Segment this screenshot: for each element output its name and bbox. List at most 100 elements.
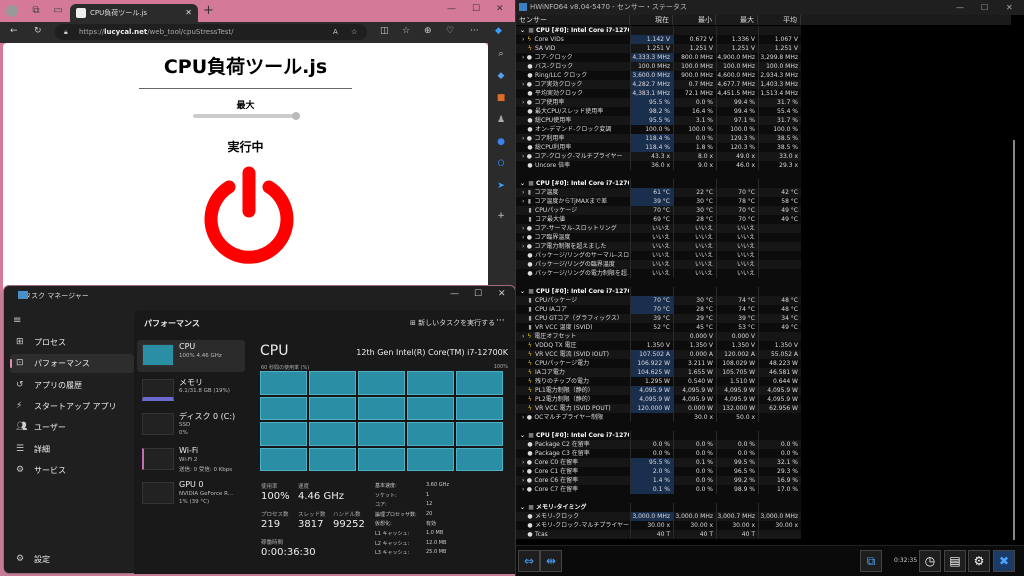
shopping-tag-icon[interactable]: ◆ <box>495 71 507 83</box>
chevron-right-icon[interactable]: › <box>522 36 524 43</box>
sensor-group-header[interactable]: ⌄■CPU [#0]: Intel Core i7-12700K <box>516 26 801 35</box>
close-icon[interactable]: ✖ <box>993 550 1015 572</box>
sensor-row[interactable]: ▮ CPUパッケージ 70 °C 30 °C 74 °C 48 °C <box>516 296 801 305</box>
close-tab-icon[interactable]: ✕ <box>185 4 192 22</box>
nav-settings[interactable]: ⚙ 設定 <box>10 550 134 569</box>
m365-icon[interactable]: ● <box>495 137 507 149</box>
maximize-button[interactable]: ☐ <box>472 4 480 14</box>
chevron-right-icon[interactable]: › <box>522 225 524 232</box>
sensor-row[interactable]: › ϟ 電圧オフセット 0.000 V 0.000 V <box>516 332 801 341</box>
sensor-row[interactable]: ϟ PL1電力制限（静的） 4,095.9 W 4,095.9 W 4,095.9 W4… <box>516 386 801 395</box>
expand-icon[interactable]: ⇔ <box>518 550 540 572</box>
col-max[interactable]: 最大 <box>716 15 758 25</box>
sensor-row[interactable]: › ● コア臨界温度 いいえ いいえ いいえ <box>516 233 801 242</box>
nav-item-6[interactable]: ⚙ サービス <box>10 461 134 480</box>
col-min[interactable]: 最小 <box>673 15 716 25</box>
chevron-right-icon[interactable]: › <box>522 243 524 250</box>
clock-reset-icon[interactable]: ◷ <box>919 550 941 572</box>
sensor-row[interactable]: › ● コア利用率 118.4 % 0.0 % 129.3 % 38.5 % <box>516 134 801 143</box>
sensor-row[interactable]: › ● コア-サーマル-スロットリング いいえ いいえ いいえ <box>516 224 801 233</box>
chevron-right-icon[interactable]: › <box>522 234 524 241</box>
chevron-down-icon[interactable]: ⌄ <box>520 432 525 439</box>
sensor-row[interactable]: › ϟ Core VIDs 1.142 V 0.672 V 1.336 V 1.067 V <box>516 35 801 44</box>
maximize-button[interactable]: ☐ <box>981 0 988 15</box>
device-1[interactable]: メモリ 6.1/31.8 GB (19%) <box>137 375 245 407</box>
sensor-row[interactable]: ▮ CPU IAコア 70 °C 28 °C 74 °C 48 °C <box>516 305 801 314</box>
copilot-icon[interactable]: ◆ <box>495 26 502 36</box>
more-icon[interactable]: ··· <box>470 26 479 36</box>
split-screen-icon[interactable]: ◫ <box>380 26 389 36</box>
refresh-icon[interactable]: ↻ <box>34 26 42 36</box>
sensor-row[interactable]: › ● コア電力制限を超えました いいえ いいえ いいえ <box>516 242 801 251</box>
add-icon[interactable]: + <box>495 211 507 223</box>
device-4[interactable]: GPU 0 NVIDIA GeForce R... 1% (39 °C) <box>137 478 245 510</box>
sensor-group-header[interactable]: ⌄■CPU [#0]: Intel Core i7-12700K: DTS <box>516 179 801 188</box>
power-button-icon[interactable] <box>199 165 299 265</box>
sensor-row[interactable]: ϟ VDDQ TX 電圧 1.350 V 1.350 V 1.350 V 1.350 V <box>516 341 801 350</box>
sensor-row[interactable]: ● バス-クロック 100.0 MHz 100.0 MHz 100.0 MHz 100.0… <box>516 62 801 71</box>
sensor-row[interactable]: ▮ CPUパッケージ 70 °C 30 °C 70 °C 49 °C <box>516 206 801 215</box>
sensor-row[interactable]: › ● Core C0 在留率 95.5 % 0.1 % 99.5 % 32.1 % <box>516 458 801 467</box>
sensor-row[interactable]: › ▮ コア温度 61 °C 22 °C 70 °C 42 °C <box>516 188 801 197</box>
collapse-icon[interactable]: ⇹ <box>540 550 562 572</box>
sensor-group-header[interactable]: ⌄ ■ メモリ-タイミング <box>516 503 801 512</box>
nav-item-0[interactable]: ⊞ プロセス <box>10 333 134 352</box>
close-button[interactable]: ✕ <box>498 289 506 299</box>
minimize-button[interactable]: — <box>450 289 459 299</box>
games-icon[interactable]: ♟ <box>495 115 507 127</box>
address-bar[interactable]: 🔒︎ https://lucycal.net/web_tool/cpuStres… <box>55 24 367 40</box>
sensor-row[interactable]: ▮ VR VCC 温度 (SVID) 52 °C 45 °C 53 °C 49 °C <box>516 323 801 332</box>
sensor-row[interactable]: › ● Core C1 在留率 2.0 % 0.0 % 96.5 % 29.3 % <box>516 467 801 476</box>
sensor-row[interactable]: › ● コア使用率 95.5 % 0.0 % 99.4 % 31.7 % <box>516 98 801 107</box>
col-current[interactable]: 現在 <box>630 15 673 25</box>
chevron-down-icon[interactable]: ⌄ <box>520 180 525 187</box>
close-button[interactable]: ✕ <box>496 4 504 14</box>
sensor-row[interactable]: ● Tcas 40 T 40 T 40 T <box>516 530 801 539</box>
chevron-right-icon[interactable]: › <box>522 486 524 493</box>
chevron-right-icon[interactable]: › <box>522 135 524 142</box>
sensor-row[interactable]: ▮ コア最大値 69 °C 28 °C 70 °C 49 °C <box>516 215 801 224</box>
device-3[interactable]: Wi-Fi Wi-Fi 2 送信: 0 受信: 0 Kbps <box>137 444 245 476</box>
chevron-right-icon[interactable]: › <box>522 99 524 106</box>
sensor-row[interactable]: › ● OCマルチプライヤー制限 30.0 x 50.0 x <box>516 413 801 422</box>
sensor-row[interactable]: ϟ SA VID 1.251 V 1.251 V 1.251 V 1.251 V <box>516 44 801 53</box>
sensor-row[interactable]: ● 総CPU利用率 118.4 % 1.8 % 120.3 % 38.5 % <box>516 143 801 152</box>
sensor-row[interactable]: › ● Core C6 在留率 1.4 % 0.0 % 99.2 % 16.9 % <box>516 476 801 485</box>
hamburger-menu-icon[interactable]: ≡ <box>13 315 21 326</box>
sensor-group-header[interactable]: ⌄■CPU [#0]: Intel Core i7-12700K: C-Stat… <box>516 431 801 440</box>
sensor-row[interactable]: › ● Core C7 在留率 0.1 % 0.0 % 98.9 % 17.0 % <box>516 485 801 494</box>
sensor-row[interactable]: ● メモリ-クロック-マルチプライヤー 30.00 x 30.00 x 30.00 x3… <box>516 521 801 530</box>
chevron-right-icon[interactable]: › <box>522 333 524 340</box>
sensor-row[interactable]: ϟ VR VCC 電力 (SVID POUT) 120.000 W 0.000 W 13… <box>516 404 801 413</box>
sensor-row[interactable]: ● Ring/LLC クロック 3,600.0 MHz 900.0 MHz 4,600.… <box>516 71 801 80</box>
sensor-row[interactable]: ● オン-デマンド-クロック変調 100.0 % 100.0 % 100.0 % 100.… <box>516 125 801 134</box>
nav-item-3[interactable]: ⚡ スタートアップ アプリ <box>10 397 134 416</box>
sensor-row[interactable]: ● 最大CPU/スレッド使用率 98.2 % 16.4 % 99.4 % 55.4 % <box>516 107 801 116</box>
sensor-row[interactable]: ϟ 残りのチップの電力 1.295 W 0.540 W 1.510 W 0.644 W <box>516 377 801 386</box>
chevron-right-icon[interactable]: › <box>522 477 524 484</box>
tab-actions-icon[interactable]: ▭ <box>52 5 64 17</box>
chevron-down-icon[interactable]: ⌄ <box>520 504 525 511</box>
chevron-right-icon[interactable]: › <box>522 198 524 205</box>
back-icon[interactable]: ← <box>10 26 18 36</box>
workspaces-icon[interactable]: ⧉ <box>30 5 42 17</box>
nav-item-5[interactable]: ☰ 詳細 <box>10 440 134 459</box>
sensor-row[interactable]: ● パッケージ/リングの臨界温度 いいえ いいえ いいえ <box>516 260 801 269</box>
sensor-row[interactable]: ● 総CPU使用率 95.5 % 3.1 % 97.1 % 31.7 % <box>516 116 801 125</box>
network-icon[interactable]: ⧉ <box>860 550 882 572</box>
sensor-group-header[interactable]: ⌄■CPU [#0]: Intel Core i7-12700K: Enhanc… <box>516 287 801 296</box>
browser-essentials-icon[interactable]: ♡ <box>446 26 454 36</box>
outlook-icon[interactable]: O <box>495 159 507 171</box>
nav-item-2[interactable]: ↺ アプリの履歴 <box>10 376 134 395</box>
device-0[interactable]: CPU 100% 4.46 GHz <box>137 340 245 372</box>
collections-icon[interactable]: ⊕ <box>424 26 432 36</box>
settings-icon[interactable]: ⚙ <box>968 550 990 572</box>
favorites-icon[interactable]: ☆ <box>402 26 410 36</box>
chevron-down-icon[interactable]: ⌄ <box>520 288 525 295</box>
nav-item-1[interactable]: ⊡ パフォーマンス <box>10 354 134 374</box>
sensor-row[interactable]: › ● コア-クロック-マルチプライヤー 43.3 x 8.0 x 49.0 x 33.0 … <box>516 152 801 161</box>
log-file-icon[interactable]: ▤ <box>944 550 966 572</box>
chevron-right-icon[interactable]: › <box>522 81 524 88</box>
sensor-row[interactable]: ϟ CPUパッケージ電力 106.922 W 3.211 W 108.029 W 48.2… <box>516 359 801 368</box>
close-button[interactable]: ✕ <box>1006 0 1013 15</box>
